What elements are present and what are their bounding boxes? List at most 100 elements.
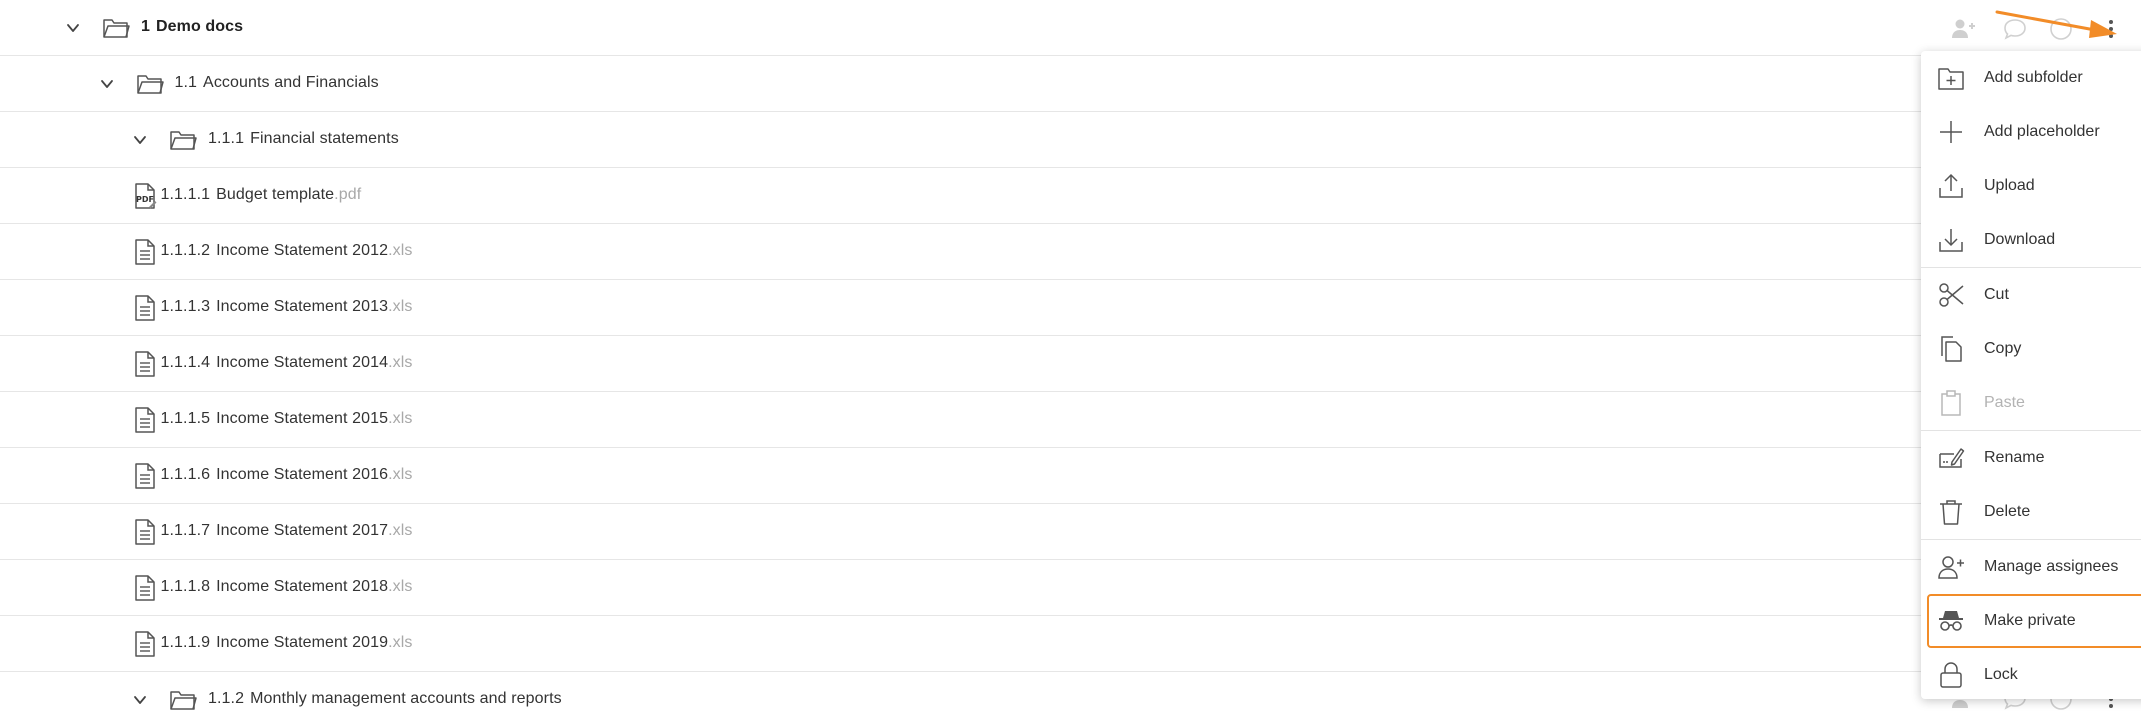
menu-item-label: Make private: [1984, 612, 2076, 629]
menu-group: Rename Delete: [1921, 431, 2141, 540]
menu-item-delete[interactable]: Delete: [1921, 485, 2141, 539]
item-number: 1.1.2: [208, 690, 245, 707]
menu-item-make-private[interactable]: Make private: [1927, 594, 2141, 648]
file-row[interactable]: 1.1.1.5 Income Statement 2015.xls: [0, 392, 2141, 448]
annotation-arrow-icon: [1995, 10, 2117, 38]
menu-item-lock[interactable]: Lock: [1921, 648, 2141, 702]
item-title: Income Statement 2018: [216, 578, 389, 595]
scissors-icon: [1937, 281, 1965, 309]
document-icon: [133, 350, 157, 378]
folder-row[interactable]: 1.1.1 Financial statements: [0, 112, 2141, 168]
item-title: Income Statement 2015: [216, 410, 389, 427]
file-row[interactable]: 1.1.1.9 Income Statement 2019.xls: [0, 616, 2141, 672]
item-number: 1.1.1.5: [160, 410, 211, 427]
chevron-down-icon[interactable]: [132, 692, 148, 708]
menu-item-paste: Paste: [1921, 376, 2141, 430]
manage-assignees-icon: [1937, 553, 1965, 581]
menu-item-add-subfolder[interactable]: Add subfolder: [1921, 51, 2141, 105]
folder-row[interactable]: 1 Demo docs: [0, 0, 2141, 56]
folder-icon: [169, 128, 197, 152]
file-row[interactable]: PDF 1.1.1.1 Budget template.pdf: [0, 168, 2141, 224]
menu-item-upload[interactable]: Upload: [1921, 159, 2141, 213]
document-icon: [133, 406, 157, 434]
file-extension: .xls: [388, 634, 413, 651]
file-extension: .xls: [388, 466, 413, 483]
item-title: Income Statement 2016: [216, 466, 389, 483]
menu-item-label: Lock: [1984, 666, 2018, 683]
file-row[interactable]: 1.1.1.8 Income Statement 2018.xls: [0, 560, 2141, 616]
item-name[interactable]: 1.1.1.7 Income Statement 2017.xls: [161, 522, 413, 540]
plus-icon: [1937, 118, 1965, 146]
rename-icon: [1937, 444, 1965, 472]
chevron-down-icon[interactable]: [99, 76, 115, 92]
document-icon: [133, 294, 157, 322]
menu-item-label: Add placeholder: [1984, 123, 2100, 140]
pdf-file-icon: PDF: [133, 182, 157, 210]
item-name[interactable]: 1.1.1.4 Income Statement 2014.xls: [161, 354, 413, 372]
item-title: Budget template: [216, 186, 335, 203]
item-number: 1.1.1.4: [160, 354, 211, 371]
item-name[interactable]: 1.1.2 Monthly management accounts and rep…: [208, 690, 562, 708]
folder-row[interactable]: 1.1.2 Monthly management accounts and rep…: [0, 672, 2141, 728]
add-assignee-icon[interactable]: [1950, 16, 1976, 42]
item-name[interactable]: 1.1.1.1 Budget template.pdf: [161, 186, 362, 204]
menu-item-rename[interactable]: Rename: [1921, 431, 2141, 485]
add-subfolder-icon: [1937, 64, 1965, 92]
document-icon: [133, 238, 157, 266]
item-name[interactable]: 1.1.1.2 Income Statement 2012.xls: [161, 242, 413, 260]
menu-item-label: Copy: [1984, 340, 2022, 357]
item-name[interactable]: 1.1.1.5 Income Statement 2015.xls: [161, 410, 413, 428]
file-extension: .xls: [388, 522, 413, 539]
item-title: Monthly management accounts and reports: [250, 690, 562, 707]
file-row[interactable]: 1.1.1.7 Income Statement 2017.xls: [0, 504, 2141, 560]
menu-item-download[interactable]: Download: [1921, 213, 2141, 267]
file-row[interactable]: 1.1.1.3 Income Statement 2013.xls: [0, 280, 2141, 336]
menu-group: Manage assignees Make private Lock: [1921, 540, 2141, 702]
item-number: 1: [141, 18, 150, 35]
incognito-icon: [1937, 607, 1965, 635]
menu-item-manage-assignees[interactable]: Manage assignees: [1921, 540, 2141, 594]
item-number: 1.1.1.6: [160, 466, 211, 483]
file-row[interactable]: 1.1.1.6 Income Statement 2016.xls: [0, 448, 2141, 504]
menu-item-label: Upload: [1984, 177, 2035, 194]
document-tree: 1 Demo docs 1.1 Accounts and Financials 1.1.…: [0, 0, 2141, 727]
item-title: Income Statement 2017: [216, 522, 389, 539]
item-name[interactable]: 1.1.1.6 Income Statement 2016.xls: [161, 466, 413, 484]
folder-icon: [169, 688, 197, 712]
download-icon: [1937, 226, 1965, 254]
item-number: 1.1.1.9: [160, 634, 211, 651]
item-number: 1.1.1.1: [160, 186, 211, 203]
menu-item-label: Manage assignees: [1984, 558, 2119, 575]
item-title: Accounts and Financials: [203, 74, 379, 91]
clipboard-icon: [1937, 389, 1965, 417]
menu-item-cut[interactable]: Cut: [1921, 268, 2141, 322]
file-row[interactable]: 1.1.1.4 Income Statement 2014.xls: [0, 336, 2141, 392]
item-name[interactable]: 1.1.1.9 Income Statement 2019.xls: [161, 634, 413, 652]
item-name[interactable]: 1.1 Accounts and Financials: [175, 74, 379, 92]
item-number: 1.1.1.8: [160, 578, 211, 595]
item-title: Financial statements: [250, 130, 399, 147]
context-menu: Add subfolder Add placeholder Upload Downlo…: [1921, 51, 2141, 699]
item-number: 1.1.1.7: [160, 522, 211, 539]
menu-item-label: Rename: [1984, 449, 2045, 466]
file-extension: .xls: [388, 578, 413, 595]
item-name[interactable]: 1.1.1 Financial statements: [208, 130, 399, 148]
file-row[interactable]: 1.1.1.2 Income Statement 2012.xls: [0, 224, 2141, 280]
file-extension: .xls: [388, 298, 413, 315]
item-number: 1.1: [174, 74, 198, 91]
item-name[interactable]: 1 Demo docs: [141, 18, 243, 36]
menu-item-label: Download: [1984, 231, 2056, 248]
menu-item-add-placeholder[interactable]: Add placeholder: [1921, 105, 2141, 159]
file-extension: .xls: [388, 242, 413, 259]
chevron-down-icon[interactable]: [65, 20, 81, 36]
upload-icon: [1937, 172, 1965, 200]
item-name[interactable]: 1.1.1.3 Income Statement 2013.xls: [161, 298, 413, 316]
chevron-down-icon[interactable]: [132, 132, 148, 148]
menu-item-label: Delete: [1984, 503, 2031, 520]
item-title: Income Statement 2013: [216, 298, 389, 315]
file-extension: .xls: [388, 354, 413, 371]
menu-item-copy[interactable]: Copy: [1921, 322, 2141, 376]
document-icon: [133, 630, 157, 658]
item-name[interactable]: 1.1.1.8 Income Statement 2018.xls: [161, 578, 413, 596]
folder-row[interactable]: 1.1 Accounts and Financials: [0, 56, 2141, 112]
